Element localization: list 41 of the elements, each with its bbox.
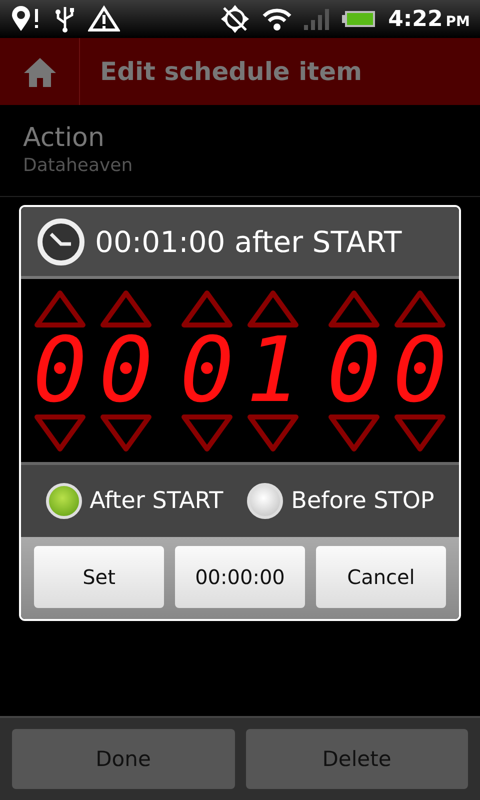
increment-arrow-icon[interactable] [247,290,299,328]
decrement-arrow-icon[interactable] [247,414,299,452]
digit: 0 [32,332,88,410]
increment-arrow-icon[interactable] [394,290,446,328]
digit: 0 [392,332,448,410]
decrement-arrow-icon[interactable] [328,414,380,452]
clock-time: 4:22 [388,6,443,32]
battery-icon [342,10,376,28]
dialog-title: 00:01:00 after START [95,224,402,258]
usb-icon [54,5,76,33]
radio-button[interactable] [247,483,284,519]
home-icon[interactable] [22,56,56,88]
radio-option[interactable]: After START [46,483,224,519]
digit: 0 [180,332,234,410]
dialog-button[interactable]: 00:00:00 [175,546,305,608]
warning-icon [88,5,120,33]
decrement-arrow-icon[interactable] [181,414,233,452]
wifi-icon [262,6,292,32]
decrement-arrow-icon[interactable] [34,414,86,452]
increment-arrow-icon[interactable] [328,290,380,328]
digit: 0 [98,332,154,410]
radio-button[interactable] [46,483,82,519]
radio-label: Before STOP [291,488,434,514]
clock-ampm: PM [446,14,470,30]
radio-option[interactable]: Before STOP [247,483,434,519]
increment-arrow-icon[interactable] [181,290,233,328]
decrement-arrow-icon[interactable] [100,414,152,452]
digit: 0 [326,332,382,410]
radio-label: After START [90,488,224,514]
increment-arrow-icon[interactable] [34,290,86,328]
dialog-button[interactable]: Cancel [316,546,446,608]
increment-arrow-icon[interactable] [100,290,152,328]
setting-title: Action [23,123,104,153]
dialog-button[interactable]: Set [34,546,164,608]
rotation-off-icon [220,4,250,34]
clock-icon [37,218,85,266]
setting-summary: Dataheaven [23,155,133,176]
signal-icon [304,7,330,31]
digit: 1 [246,332,300,410]
decrement-arrow-icon[interactable] [394,414,446,452]
screen-title: Edit schedule item [99,57,362,86]
